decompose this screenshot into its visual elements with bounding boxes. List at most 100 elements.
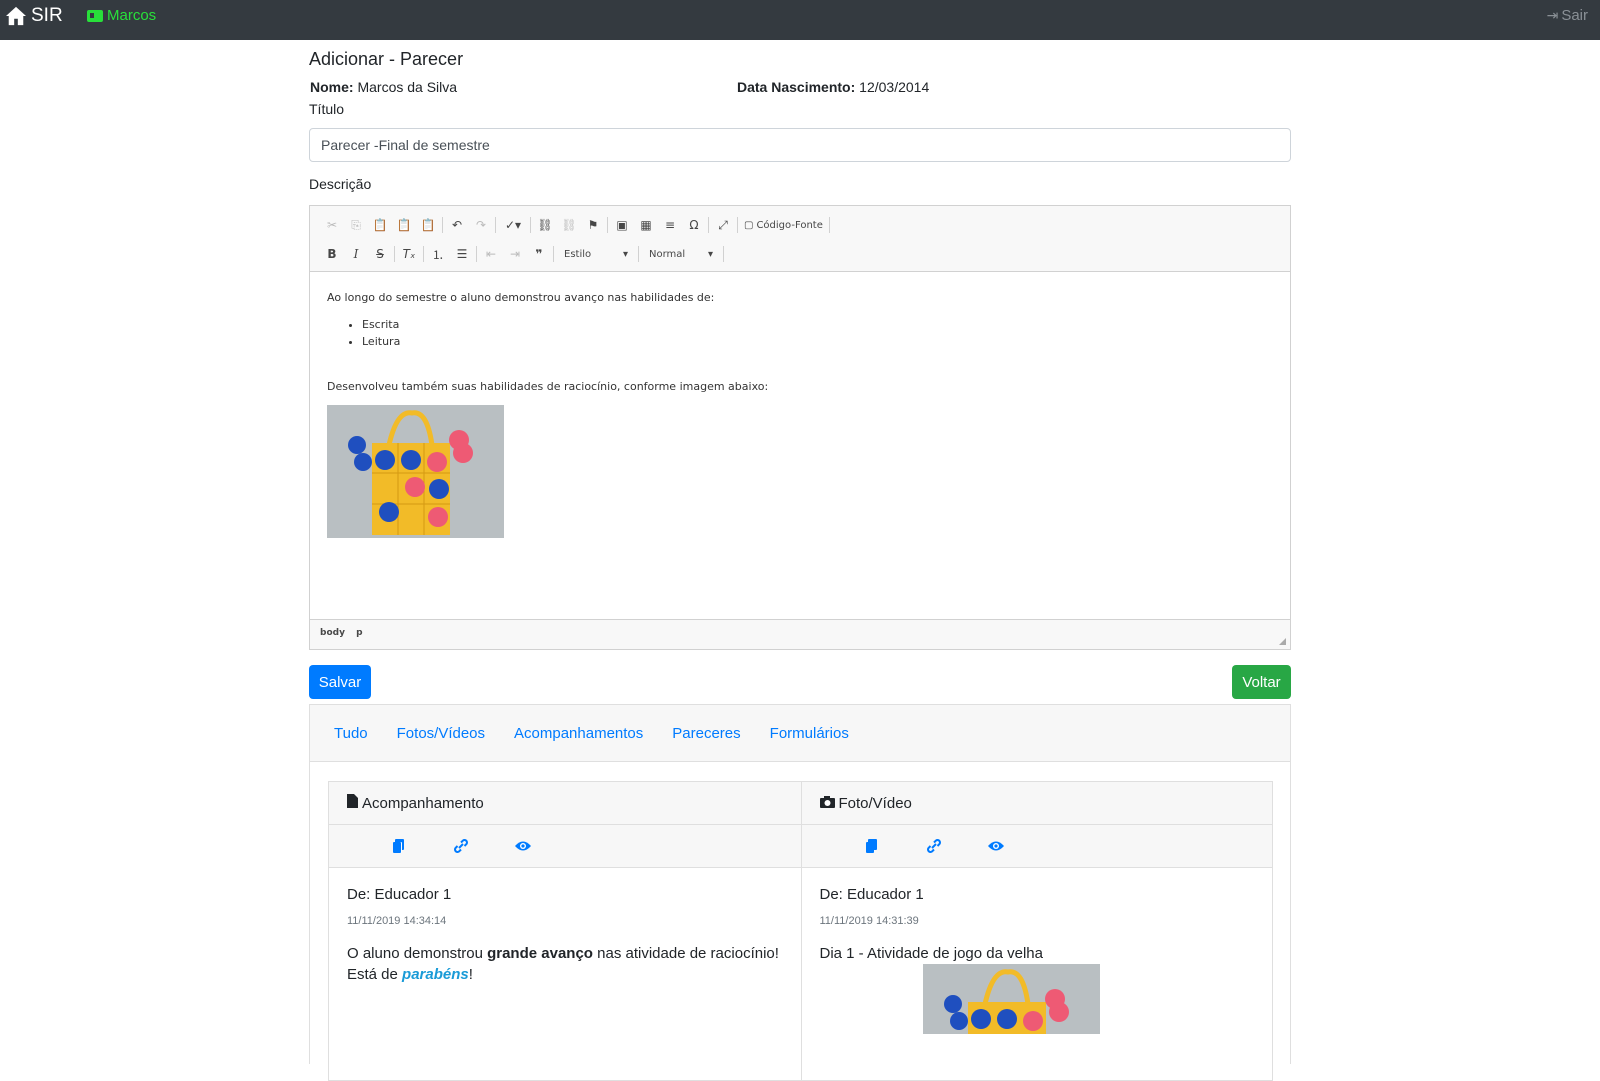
message-text: O aluno demonstrou [347,945,488,962]
separator [638,246,639,262]
message-text: nas atividade de raciocínio! [592,945,779,962]
spellcheck-icon[interactable]: ✓▾ [498,213,528,237]
table-icon[interactable]: ▦ [634,213,658,237]
cut-icon[interactable]: ✂ [320,213,344,237]
separator [423,246,424,262]
editor-status-bar: body p [310,619,1290,649]
special-char-icon[interactable]: Ω [682,213,706,237]
back-button[interactable]: Voltar [1232,665,1291,699]
style-combo-label: Estilo [564,248,592,260]
message-bold: grande avanço [487,945,593,962]
eye-icon[interactable] [987,838,1004,854]
tab-formularios[interactable]: Formulários [770,725,849,742]
name-label: Nome: [310,79,354,95]
home-icon [5,6,27,26]
brand-label: SIR [31,5,63,26]
tab-pareceres[interactable]: Pareceres [672,725,740,742]
logout-label: Sair [1561,7,1588,24]
list-item: Escrita [362,316,1273,333]
separator [708,217,709,233]
blockquote-icon[interactable]: ❞ [527,242,551,266]
numbered-list-icon[interactable]: ⒈ [426,242,450,266]
bulleted-list-icon[interactable]: ☰ [450,242,474,266]
separator [530,217,531,233]
separator [394,246,395,262]
item-header: Acompanhamento [329,782,801,825]
brand-link[interactable]: SIR [5,5,63,27]
item-type: Acompanhamento [362,794,484,812]
copy-icon[interactable] [864,838,880,854]
tab-fotos-videos[interactable]: Fotos/Vídeos [397,725,485,742]
bold-icon[interactable]: B [320,242,344,266]
source-label: Código-Fonte [756,219,823,231]
source-button[interactable]: ▢ Código-Fonte [740,220,827,231]
image-icon[interactable]: ▣ [610,213,634,237]
italic-icon[interactable]: I [344,242,368,266]
separator [737,217,738,233]
item-message: O aluno demonstrou grande avanço nas ati… [347,943,783,985]
format-combo-label: Normal [649,248,686,260]
item-message: Dia 1 - Atividade de jogo da velha [819,945,1043,962]
separator [495,217,496,233]
list-item: Leitura [362,333,1273,350]
separator [442,217,443,233]
maximize-icon[interactable]: ⤢ [711,213,735,237]
item-body: De: Educador 1 11/11/2019 14:31:39 Dia 1… [802,868,1273,1052]
redo-icon[interactable]: ↷ [469,213,493,237]
tabs-nav: Tudo Fotos/Vídeos Acompanhamentos Parece… [310,705,1290,762]
path-item[interactable]: body [320,628,345,638]
nav-user-link[interactable]: Marcos [87,7,156,24]
link-icon[interactable] [926,838,942,854]
editor-content[interactable]: Ao longo do semestre o aluno demonstrou … [310,273,1290,619]
timeline-grid: Acompanhamento De: Educador 1 11/11/2019… [328,781,1273,1081]
nav-user-label: Marcos [107,7,157,24]
outdent-icon[interactable]: ⇤ [479,242,503,266]
style-combo[interactable]: Estilo ▾ [556,245,636,263]
page-title: Adicionar - Parecer [309,49,464,69]
resize-handle-icon[interactable] [1279,638,1286,645]
paste-word-icon[interactable]: 📋 [416,213,440,237]
content-list: Escrita Leitura [362,316,1273,350]
eye-icon[interactable] [515,838,531,854]
content-paragraph: Desenvolveu também suas habilidades de r… [327,380,769,393]
id-card-icon [87,9,103,22]
chevron-down-icon: ▾ [622,248,628,260]
separator [723,246,724,262]
anchor-flag-icon[interactable]: ⚑ [581,213,605,237]
message-text: Está de [347,966,403,983]
link-icon[interactable] [453,838,469,854]
timeline-item: Foto/Vídeo De: Educador 1 11/11/2019 14:… [800,782,1273,1080]
format-combo[interactable]: Normal ▾ [641,245,721,263]
tab-tudo[interactable]: Tudo [334,725,368,742]
remove-format-icon[interactable]: Tₓ [397,242,421,266]
item-header: Foto/Vídeo [801,782,1272,825]
paste-icon[interactable]: 📋 [368,213,392,237]
chevron-down-icon: ▾ [707,248,713,260]
horizontal-rule-icon[interactable]: ≡ [658,213,682,237]
path-item[interactable]: p [356,628,362,638]
navbar: SIR Marcos ⇥ Sair [0,0,1600,40]
save-button[interactable]: Salvar [309,665,371,699]
message-text: ! [468,966,473,983]
unlink-icon[interactable]: ⛓ [557,213,581,237]
link-icon[interactable]: ⛓ [533,213,557,237]
tic-tac-toe-photo[interactable] [327,405,504,538]
student-name: Nome: Marcos da Silva [310,79,457,95]
strikethrough-icon[interactable]: S [368,242,392,266]
editor-toolbar: ✂ ⎘ 📋 📋 📋 ↶ ↷ ✓▾ ⛓ ⛓ ⚑ ▣ ▦ ≡ Ω ⤢ ▢ Códig… [310,206,1290,272]
copy-icon[interactable]: ⎘ [344,213,368,237]
sign-out-icon: ⇥ [1546,7,1559,23]
file-icon [347,794,358,812]
undo-icon[interactable]: ↶ [445,213,469,237]
paste-text-icon[interactable]: 📋 [392,213,416,237]
item-actions [801,825,1272,868]
logout-link[interactable]: ⇥ Sair [1547,7,1588,24]
indent-icon[interactable]: ⇥ [503,242,527,266]
message-emphasis: parabéns [402,966,469,983]
titulo-label: Título [309,101,345,117]
descricao-label: Descrição [309,176,372,192]
tab-acompanhamentos[interactable]: Acompanhamentos [514,725,643,742]
item-photo[interactable] [922,964,1100,1034]
copy-icon[interactable] [391,838,407,854]
titulo-input[interactable] [309,128,1291,162]
